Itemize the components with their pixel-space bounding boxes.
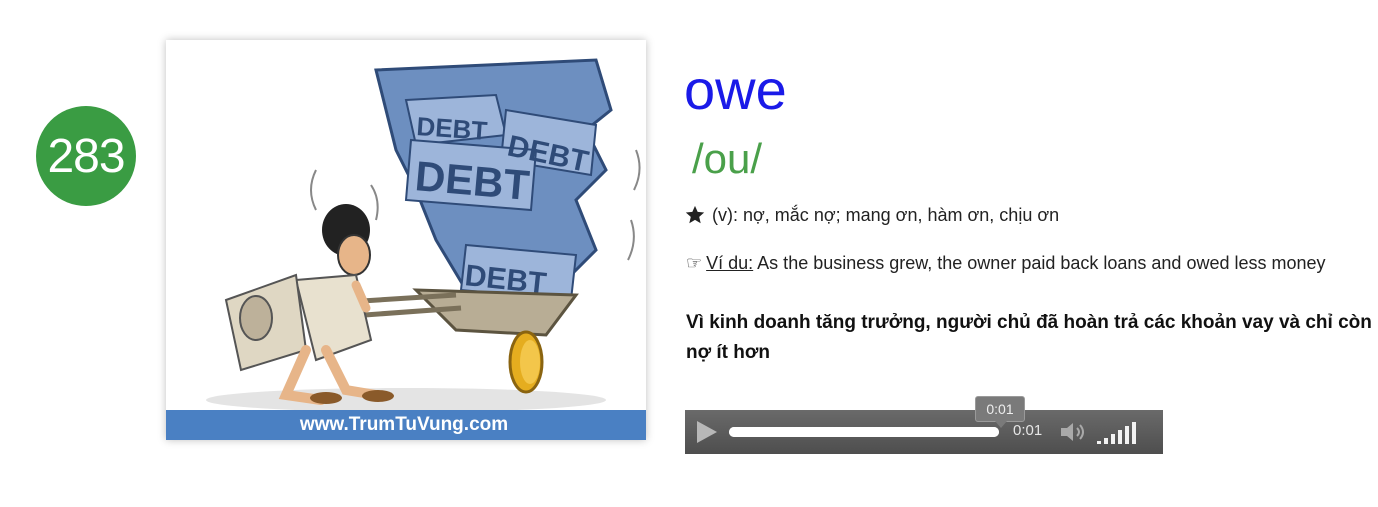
play-icon[interactable] [697,421,717,443]
website-banner: www.TrumTuVung.com [166,410,646,440]
phonetic-transcription: /ou/ [692,135,763,182]
website-label: www.TrumTuVung.com [299,414,509,435]
time-tooltip: 0:01 [975,396,1025,428]
current-time: 0:01 [1013,422,1043,439]
word-number: 283 [47,129,125,183]
vocabulary-word: owe [684,58,787,121]
volume-bar[interactable] [1125,426,1129,444]
speaker-icon[interactable] [1059,421,1089,448]
example-translation: Vì kinh doanh tăng trưởng, người chủ đã … [686,312,1372,363]
debt-illustration: DEBT DEBT DEBT DEBT [206,58,641,412]
star-icon [684,204,706,226]
volume-slider[interactable] [1097,422,1136,444]
example-text: As the business grew, the owner paid bac… [753,253,1326,273]
example-sentence: ☞ Ví du: As the business grew, the owner … [686,250,1376,277]
seek-bar-progress [729,427,999,437]
word-illustration-card: DEBT DEBT DEBT DEBT www.TrumTuVung.com [166,40,646,440]
debt-text-1: DEBT [416,111,489,146]
volume-bar[interactable] [1111,434,1115,444]
example-label: Ví du: [706,253,754,273]
pointing-hand-icon: ☞ [686,253,703,273]
seek-bar[interactable] [729,427,999,437]
volume-bar[interactable] [1097,441,1101,444]
meaning-text: (v): nợ, mắc nợ; mang ơn, hàm ơn, chịu ơ… [712,204,1060,225]
volume-bar[interactable] [1104,438,1108,444]
volume-bar[interactable] [1132,422,1136,444]
volume-bar[interactable] [1118,430,1122,444]
debt-text-3: DEBT [413,152,531,209]
word-number-badge: 283 [36,106,136,206]
word-meaning: (v): nợ, mắc nợ; mang ơn, hàm ơn, chịu ơ… [684,204,1059,226]
audio-player[interactable]: 0:01 0:01 [685,396,1163,454]
